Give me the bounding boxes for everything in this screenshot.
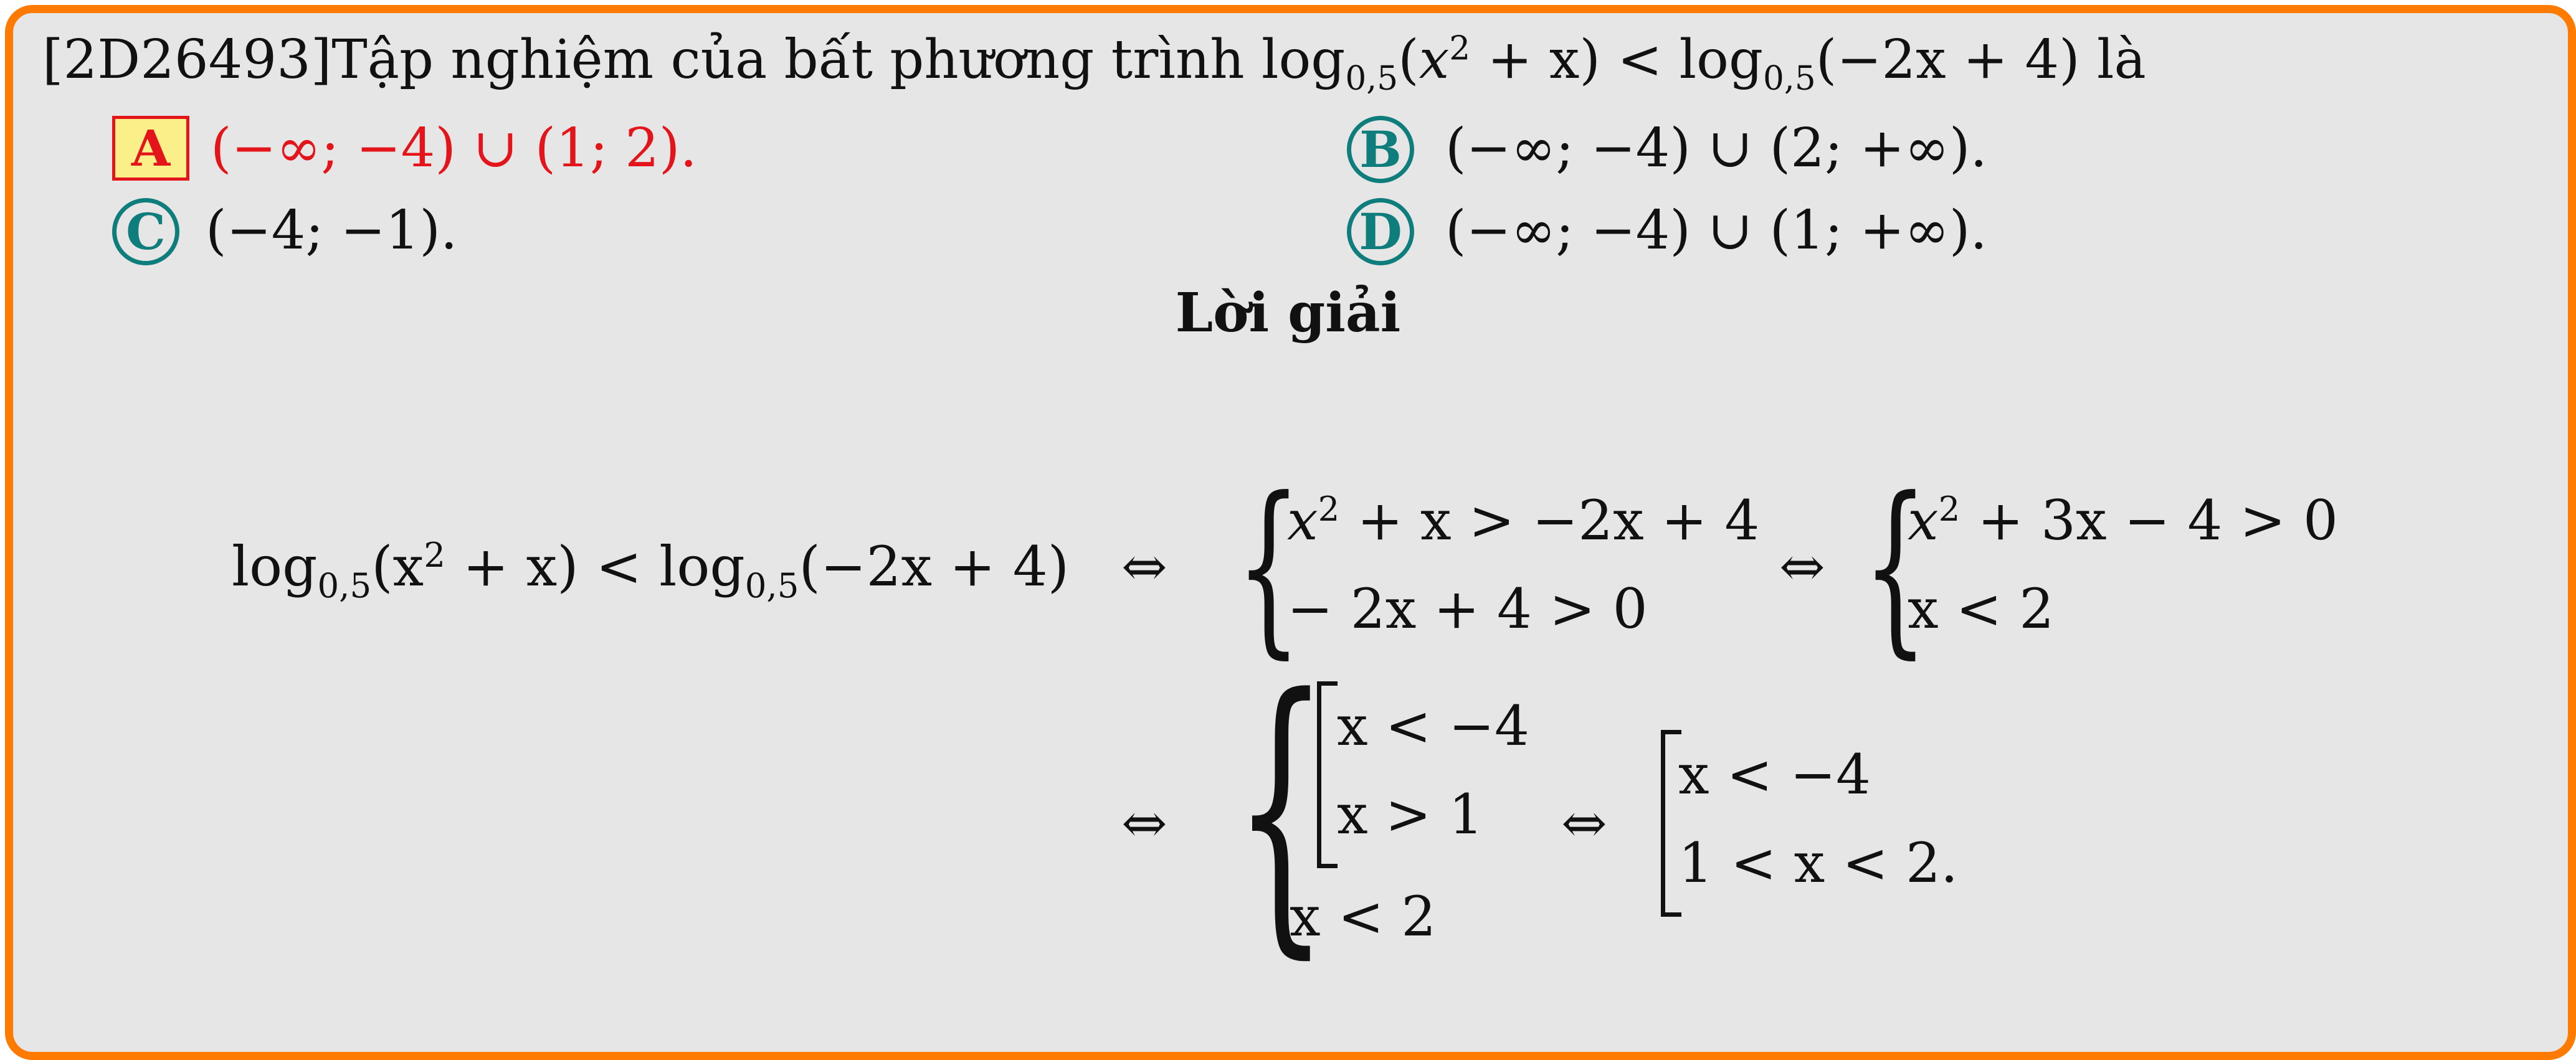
question-suffix: là: [2096, 29, 2146, 91]
system1-row2: − 2x + 4 > 0: [1287, 577, 1648, 641]
choice-b-text: (−∞; −4) ∪ (2; +∞).: [1445, 117, 1987, 179]
choice-c-label: C: [112, 198, 179, 265]
question-relation: <: [1600, 29, 1680, 91]
or1-row2: x > 1: [1337, 782, 1484, 846]
iff-symbol-4: ⇔: [1561, 791, 1607, 855]
choice-c-text: (−4; −1).: [206, 199, 458, 262]
iff-symbol-2: ⇔: [1779, 534, 1825, 599]
solution-title: Lời giải: [1175, 282, 1401, 344]
or-bracket-1: [1317, 681, 1338, 868]
question-stem: [2D26493]Tập nghiệm của bất phương trình…: [42, 29, 2146, 98]
choice-b-label: B: [1347, 116, 1414, 183]
system1-row1: x2 + x > −2x + 4: [1287, 488, 1760, 552]
result-row1: x < −4: [1678, 742, 1871, 807]
system2-row2: x < 2: [1908, 577, 2055, 641]
choice-a-text: (−∞; −4) ∪ (1; 2).: [211, 117, 697, 179]
result-row2: 1 < x < 2.: [1678, 831, 1958, 895]
question-text: Tập nghiệm của bất phương trình: [331, 29, 1245, 91]
question-id: [2D26493]: [42, 29, 332, 91]
choice-d-text: (−∞; −4) ∪ (1; +∞).: [1445, 199, 1987, 262]
choice-a-label: A: [112, 116, 189, 181]
solution-inequality: log0,5(x2 + x) < log0,5(−2x + 4): [232, 534, 1070, 606]
system2-row1: x2 + 3x − 4 > 0: [1908, 488, 2338, 552]
iff-symbol-1: ⇔: [1121, 534, 1167, 599]
or1-row1: x < −4: [1337, 694, 1530, 758]
iff-symbol-3: ⇔: [1121, 791, 1167, 855]
choice-d-label: D: [1347, 198, 1414, 265]
system3-row3: x < 2: [1290, 884, 1437, 949]
question-log-lhs: log0,5(x2 + x): [1261, 29, 1600, 98]
question-log-rhs: log0,5(−2x + 4): [1679, 29, 2080, 98]
